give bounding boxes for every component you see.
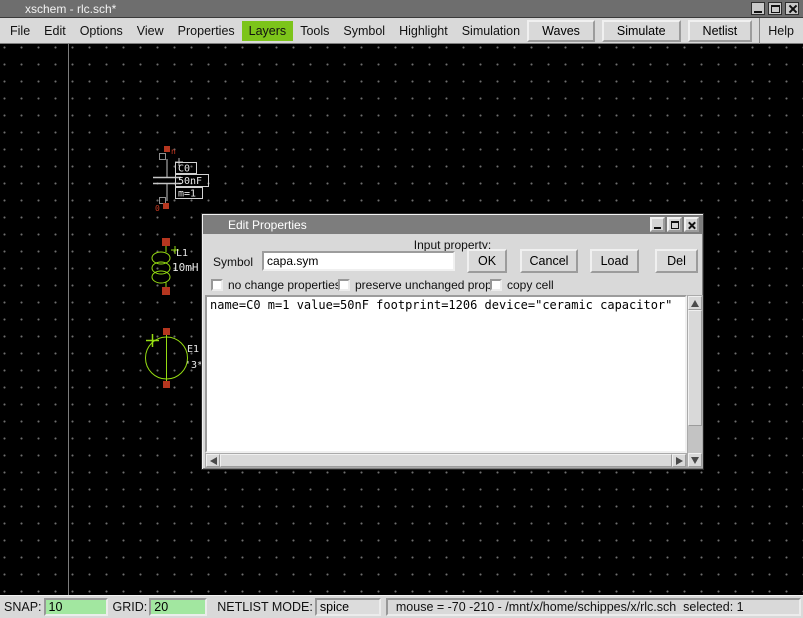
- menu-help[interactable]: Help: [766, 21, 800, 41]
- menu-view[interactable]: View: [130, 21, 171, 41]
- minimize-button[interactable]: [751, 2, 765, 15]
- mouse-status-text: mouse = -70 -210 - /mnt/x/home/schippes/…: [396, 600, 744, 614]
- cap-plates: [153, 178, 181, 184]
- no-change-properties-label: no change properties: [228, 278, 341, 292]
- net-label-top: n: [171, 147, 176, 156]
- no-change-properties-checkbox[interactable]: [211, 279, 223, 291]
- copy-cell-checkbox[interactable]: [490, 279, 502, 291]
- pin-box-bottom: [160, 198, 166, 204]
- window-title: xschem - rlc.sch*: [25, 2, 116, 16]
- source-ref-label: E1: [187, 344, 199, 355]
- net-label-bottom: 0: [155, 204, 160, 213]
- pin-box-top: [160, 154, 166, 160]
- coil-loop: [152, 271, 170, 283]
- waves-button[interactable]: Waves: [527, 20, 595, 42]
- simulate-button[interactable]: Simulate: [602, 20, 681, 42]
- statusbar: SNAP: GRID: NETLIST MODE: mouse = -70 -2…: [0, 595, 803, 618]
- menubar-divider: [759, 18, 760, 44]
- grid-input[interactable]: [149, 598, 207, 616]
- cancel-button[interactable]: Cancel: [520, 249, 578, 273]
- arrow-right-icon: [676, 457, 683, 465]
- capacitor-symbol[interactable]: n 0 C0 50nF m=1: [153, 146, 209, 213]
- pin-top: [163, 328, 170, 335]
- vertical-scroll-thumb[interactable]: [688, 310, 702, 426]
- close-button[interactable]: [785, 2, 799, 15]
- menu-file[interactable]: File: [3, 21, 37, 41]
- window-titlebar[interactable]: xschem - rlc.sch*: [0, 0, 803, 18]
- pin-bottom: [163, 203, 169, 209]
- menu-tools[interactable]: Tools: [293, 21, 336, 41]
- horizontal-scroll-thumb[interactable]: [220, 454, 672, 467]
- pin-top: [164, 146, 170, 152]
- snap-label: SNAP:: [4, 600, 42, 614]
- minimize-icon: [654, 227, 661, 229]
- maximize-button[interactable]: [768, 2, 782, 15]
- scroll-up-button[interactable]: [688, 296, 702, 310]
- dialog-title: Edit Properties: [228, 218, 307, 232]
- del-button[interactable]: Del: [655, 249, 698, 273]
- grid-label: GRID:: [113, 600, 148, 614]
- status-info-frame: mouse = -70 -210 - /mnt/x/home/schippes/…: [386, 598, 801, 616]
- scroll-down-button[interactable]: [688, 453, 702, 467]
- close-icon: [788, 4, 797, 13]
- menu-highlight[interactable]: Highlight: [392, 21, 455, 41]
- dialog-close-button[interactable]: [684, 217, 699, 232]
- inductor-ref-label: L1: [176, 248, 188, 259]
- capacitor-ref-label: C0: [178, 164, 190, 175]
- menubar: File Edit Options View Properties Layers…: [0, 18, 803, 44]
- symbol-input[interactable]: [262, 251, 455, 271]
- dialog-maximize-button[interactable]: [667, 217, 682, 232]
- ok-button[interactable]: OK: [467, 249, 507, 273]
- snap-input[interactable]: [44, 598, 108, 616]
- pin-bottom: [163, 381, 170, 388]
- xschem-window: xschem - rlc.sch* File Edit Options View…: [0, 0, 803, 618]
- menu-layers[interactable]: Layers: [242, 21, 294, 41]
- property-textarea[interactable]: name=C0 m=1 value=50nF footprint=1206 de…: [205, 295, 687, 453]
- menu-edit[interactable]: Edit: [37, 21, 73, 41]
- pin-bottom: [162, 287, 170, 295]
- source-symbol[interactable]: E1 '3*c: [146, 328, 210, 388]
- scroll-left-button[interactable]: [206, 454, 220, 467]
- arrow-down-icon: [691, 457, 699, 464]
- inductor-symbol[interactable]: L1 10mH: [152, 238, 199, 295]
- symbol-label: Symbol: [213, 255, 253, 269]
- dialog-titlebar[interactable]: Edit Properties: [203, 215, 702, 234]
- arrow-left-icon: [210, 457, 217, 465]
- horizontal-scrollbar[interactable]: [205, 453, 687, 468]
- arrow-up-icon: [691, 300, 699, 307]
- capacitor-value-label: 50nF: [178, 176, 202, 187]
- capacitor-mult-label: m=1: [178, 189, 196, 200]
- checkbox-row: no change properties preserve unchanged …: [202, 278, 703, 294]
- scroll-right-button[interactable]: [672, 454, 686, 467]
- inductor-value-label: 10mH: [172, 261, 199, 274]
- menu-properties[interactable]: Properties: [171, 21, 242, 41]
- preserve-unchanged-props-label: preserve unchanged props: [355, 278, 498, 292]
- netlist-mode-label: NETLIST MODE:: [217, 600, 313, 614]
- menu-symbol[interactable]: Symbol: [336, 21, 392, 41]
- maximize-icon: [771, 5, 780, 13]
- source-plus-icon: [146, 334, 159, 347]
- menu-options[interactable]: Options: [73, 21, 130, 41]
- close-icon: [688, 221, 696, 229]
- copy-cell-label: copy cell: [507, 278, 554, 292]
- maximize-icon: [671, 221, 679, 229]
- menu-simulation[interactable]: Simulation: [455, 21, 527, 41]
- pin-top: [162, 238, 170, 246]
- edit-properties-dialog: Edit Properties Input property: Symbol O…: [201, 213, 704, 470]
- preserve-unchanged-props-checkbox[interactable]: [338, 279, 350, 291]
- dialog-minimize-button[interactable]: [650, 217, 665, 232]
- netlist-button[interactable]: Netlist: [688, 20, 753, 42]
- netlist-mode-input[interactable]: [315, 598, 381, 616]
- load-button[interactable]: Load: [590, 249, 639, 273]
- vertical-scrollbar[interactable]: [687, 295, 703, 468]
- schematic-canvas[interactable]: n 0 C0 50nF m=1: [0, 44, 803, 595]
- minimize-icon: [754, 11, 762, 13]
